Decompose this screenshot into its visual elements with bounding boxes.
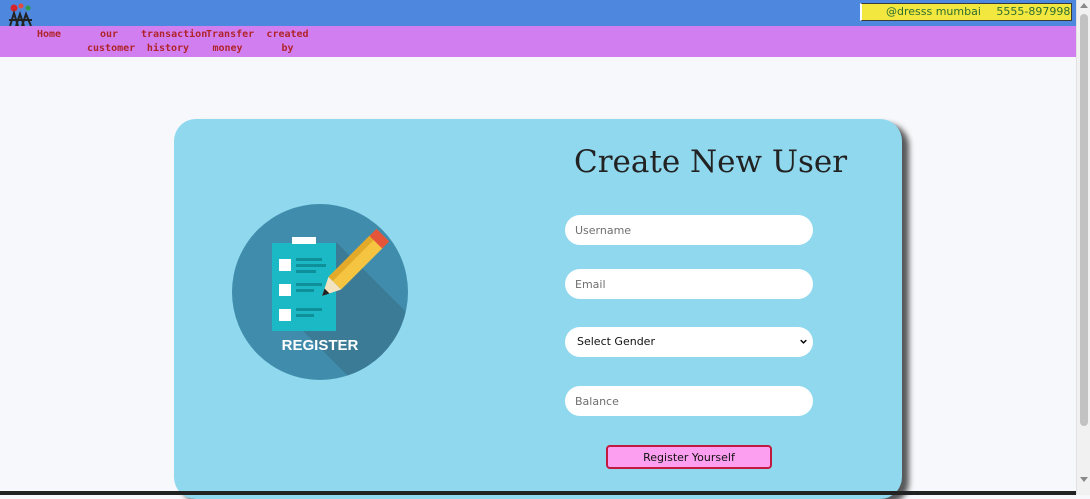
username-input[interactable] xyxy=(565,215,813,245)
address-text: @dresss mumbai xyxy=(886,5,981,18)
main-nav: Home our customer transaction history Tr… xyxy=(0,26,1076,57)
scroll-down-icon[interactable] xyxy=(1080,477,1088,482)
vertical-scrollbar[interactable] xyxy=(1076,0,1090,495)
nav-created-by[interactable]: created by xyxy=(260,28,315,56)
nav-transfer-money[interactable]: Transfer money xyxy=(206,28,254,56)
register-button[interactable]: Register Yourself xyxy=(606,445,772,469)
balance-input[interactable] xyxy=(565,386,813,416)
bottom-edge xyxy=(0,491,1076,495)
page-title: Create New User xyxy=(574,144,848,180)
scroll-up-icon[interactable] xyxy=(1080,3,1088,8)
top-header: @dresss mumbai 5555-897998 xyxy=(0,0,1076,26)
nav-our-customer[interactable]: our customer xyxy=(87,28,135,56)
chevron-down-icon xyxy=(800,339,807,344)
email-input[interactable] xyxy=(565,269,813,299)
gender-select-value: Select Gender xyxy=(577,335,655,348)
people-logo-icon[interactable] xyxy=(6,2,36,26)
register-clipboard-icon: REGISTER xyxy=(232,204,408,380)
register-label: REGISTER xyxy=(282,337,359,354)
address-box: @dresss mumbai 5555-897998 xyxy=(860,3,1072,21)
phone-number: 5555-897998 xyxy=(996,5,1071,18)
nav-home[interactable]: Home xyxy=(36,28,62,42)
create-user-card: REGISTER Create New User Select Gender R… xyxy=(174,119,902,499)
scroll-thumb[interactable] xyxy=(1080,14,1088,426)
nav-transaction-history[interactable]: transaction history xyxy=(141,28,207,56)
gender-select[interactable]: Select Gender xyxy=(565,327,813,357)
